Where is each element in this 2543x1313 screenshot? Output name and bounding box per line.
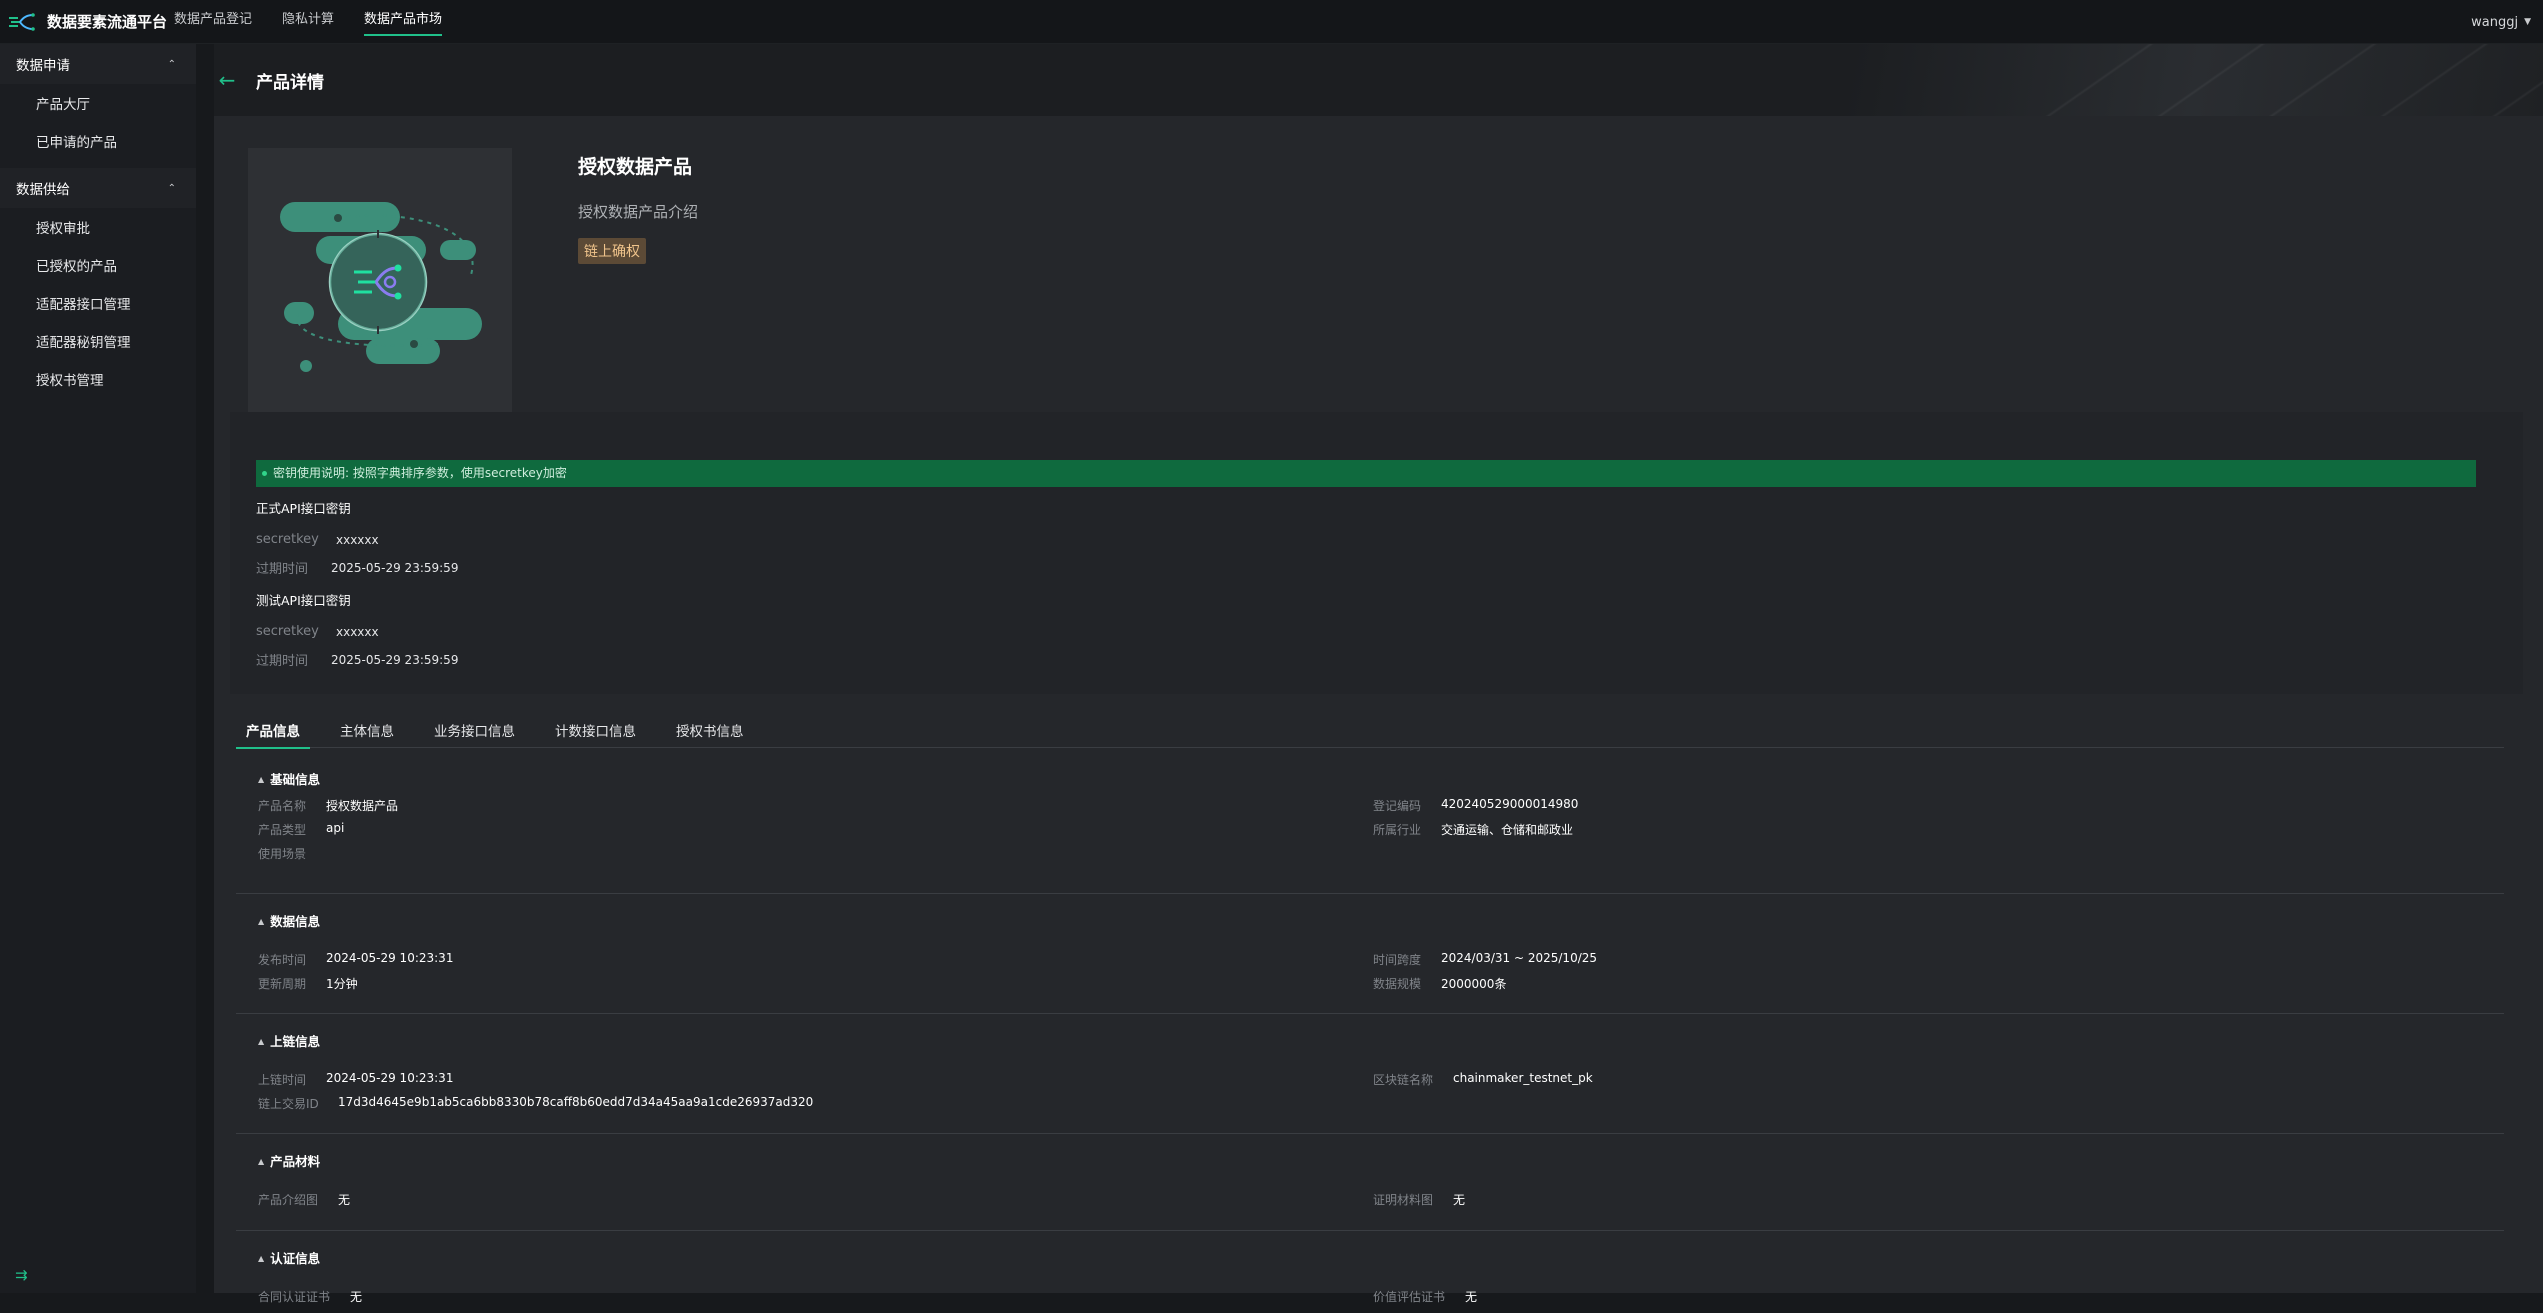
- tab-product-info[interactable]: 产品信息: [236, 718, 310, 749]
- detail-tabs: 产品信息 主体信息 业务接口信息 计数接口信息 授权书信息: [236, 718, 2504, 749]
- test-expire-row: 过期时间 2025-05-29 23:59:59: [256, 650, 459, 670]
- secretkey-label: secretkey: [256, 624, 319, 639]
- notice-text: 密钥使用说明: 按照字典排序参数，使用secretkey加密: [273, 466, 567, 480]
- section-product-material: ▲ 产品材料 产品介绍图无 证明材料图无: [236, 1146, 2504, 1231]
- product-info: 授权数据产品 授权数据产品介绍 链上确权: [578, 152, 698, 264]
- product-image: [248, 148, 512, 412]
- sidebar-group-label: 数据申请: [16, 58, 70, 74]
- sidebar-item-product-hall[interactable]: 产品大厅: [0, 86, 196, 124]
- brand-name: 数据要素流通平台: [47, 13, 168, 31]
- field-proof-image: 证明材料图无: [1373, 1193, 1466, 1207]
- sidebar-group-data-apply[interactable]: 数据申请 ⌃: [0, 44, 196, 84]
- product-info-area: ▲ 基础信息 产品名称 授权数据产品 产品类型 api 使用场景 登记编码 420240…: [236, 764, 2504, 1313]
- field-data-scale: 数据规模 2000000条: [1373, 977, 1507, 991]
- section-title[interactable]: ▲ 认证信息: [236, 1243, 2504, 1275]
- field-register-code: 登记编码 420240529000014980: [1373, 797, 1579, 813]
- section-title[interactable]: ▲ 数据信息: [236, 906, 2504, 938]
- secretkey-label: secretkey: [256, 532, 319, 547]
- test-secretkey-value[interactable]: xxxxxx: [336, 625, 379, 639]
- triangle-up-icon: ▲: [258, 1254, 265, 1263]
- sidebar-item-applied-products[interactable]: 已申请的产品: [0, 124, 196, 162]
- brand[interactable]: 数据要素流通平台: [0, 11, 172, 32]
- section-title[interactable]: ▲ 上链信息: [236, 1026, 2504, 1058]
- test-expire-value: 2025-05-29 23:59:59: [331, 652, 459, 667]
- field-chain-time: 上链时间 2024-05-29 10:23:31: [258, 1071, 454, 1087]
- nav-data-product-market[interactable]: 数据产品市场: [364, 0, 443, 44]
- field-intro-image: 产品介绍图无: [258, 1193, 351, 1207]
- info-dot-icon: [262, 471, 267, 476]
- triangle-up-icon: ▲: [258, 917, 265, 926]
- key-usage-notice: 密钥使用说明: 按照字典排序参数，使用secretkey加密: [256, 460, 2476, 487]
- product-illustration: [280, 202, 482, 372]
- sidebar-item-authorized-products[interactable]: 已授权的产品: [0, 248, 196, 286]
- page-header: ← 产品详情: [214, 44, 2543, 116]
- formal-key-title: 正式API接口密钥: [256, 501, 351, 516]
- field-value-cert: 价值评估证书无: [1373, 1290, 1478, 1304]
- section-data-info: ▲ 数据信息 发布时间 2024-05-29 10:23:31 更新周期 1分钟 时间…: [236, 906, 2504, 1014]
- triangle-up-icon: ▲: [258, 1037, 265, 1046]
- chevron-up-icon: ⌃: [167, 182, 176, 194]
- field-chain-name: 区块链名称 chainmaker_testnet_pk: [1373, 1071, 1593, 1087]
- api-key-panel: 密钥使用说明: 按照字典排序参数，使用secretkey加密 正式API接口密钥…: [230, 412, 2523, 694]
- page-title: 产品详情: [256, 72, 324, 93]
- nav-data-product-register[interactable]: 数据产品登记: [174, 0, 252, 44]
- field-contract-cert: 合同认证证书无: [258, 1290, 363, 1304]
- field-use-scene: 使用场景: [258, 847, 307, 861]
- back-arrow-icon[interactable]: ←: [214, 68, 240, 92]
- section-title[interactable]: ▲ 产品材料: [236, 1146, 2504, 1178]
- section-chain-info: ▲ 上链信息 上链时间 2024-05-29 10:23:31 链上交易ID 17d3…: [236, 1026, 2504, 1134]
- test-key-title: 测试API接口密钥: [256, 593, 351, 608]
- sidebar-item-auth-approval[interactable]: 授权审批: [0, 210, 196, 248]
- test-secretkey-row: secretkey xxxxxx: [256, 624, 379, 639]
- tab-count-api-info[interactable]: 计数接口信息: [545, 718, 646, 748]
- sidebar: 数据申请 ⌃ 产品大厅 已申请的产品 数据供给 ⌃ 授权审批 已授权的产品 适配…: [0, 44, 196, 1293]
- product-name: 授权数据产品: [578, 156, 693, 178]
- field-publish-time: 发布时间 2024-05-29 10:23:31: [258, 951, 454, 967]
- sidebar-group-label: 数据供给: [16, 182, 70, 198]
- expire-label: 过期时间: [256, 654, 309, 669]
- logo-icon: [9, 12, 35, 31]
- top-header: 数据要素流通平台 数据产品登记 隐私计算 数据产品市场 wanggj ▼: [0, 0, 2543, 44]
- field-time-span: 时间跨度 2024/03/31 ~ 2025/10/25: [1373, 951, 1598, 967]
- collapse-sidebar-icon[interactable]: ⇉: [15, 1267, 33, 1283]
- field-update-cycle: 更新周期 1分钟: [258, 977, 358, 991]
- caret-down-icon: ▼: [2524, 17, 2531, 27]
- nav-privacy-computing[interactable]: 隐私计算: [282, 0, 334, 44]
- field-tx-id: 链上交易ID 17d3d4645e9b1ab5ca6bb8330b78caff8b…: [258, 1095, 814, 1111]
- triangle-up-icon: ▲: [258, 1157, 265, 1166]
- expire-label: 过期时间: [256, 562, 309, 577]
- user-menu[interactable]: wanggj ▼: [2471, 0, 2531, 44]
- section-title[interactable]: ▲ 基础信息: [236, 764, 2504, 796]
- sidebar-group-data-supply[interactable]: 数据供给 ⌃: [0, 168, 196, 208]
- tab-subject-info[interactable]: 主体信息: [330, 718, 404, 748]
- formal-secretkey-value[interactable]: xxxxxx: [336, 533, 379, 547]
- section-cert-info: ▲ 认证信息 合同认证证书无 价值评估证书无: [236, 1243, 2504, 1313]
- tab-business-api-info[interactable]: 业务接口信息: [424, 718, 525, 748]
- formal-secretkey-row: secretkey xxxxxx: [256, 532, 379, 547]
- section-basic-info: ▲ 基础信息 产品名称 授权数据产品 产品类型 api 使用场景 登记编码 420240…: [236, 764, 2504, 894]
- field-industry: 所属行业 交通运输、仓储和邮政业: [1373, 823, 1574, 837]
- tab-auth-letter-info[interactable]: 授权书信息: [666, 718, 754, 748]
- formal-expire-value: 2025-05-29 23:59:59: [331, 560, 459, 575]
- main-content: ← 产品详情 授权数据产品 授权数据产品介绍 链上确权 密钥使用说明: 按照字典…: [214, 44, 2543, 1304]
- sidebar-item-auth-letter-manage[interactable]: 授权书管理: [0, 362, 196, 400]
- triangle-up-icon: ▲: [258, 775, 265, 784]
- sidebar-item-adapter-key-manage[interactable]: 适配器秘钥管理: [0, 324, 196, 362]
- username: wanggj: [2471, 14, 2519, 30]
- field-product-name: 产品名称 授权数据产品: [258, 799, 399, 813]
- sidebar-item-adapter-api-manage[interactable]: 适配器接口管理: [0, 286, 196, 324]
- field-product-type: 产品类型 api: [258, 821, 345, 837]
- chain-confirm-tag: 链上确权: [578, 238, 646, 264]
- formal-expire-row: 过期时间 2025-05-29 23:59:59: [256, 558, 459, 578]
- top-nav: 数据产品登记 隐私计算 数据产品市场: [174, 0, 472, 44]
- chevron-up-icon: ⌃: [167, 58, 176, 70]
- product-intro: 授权数据产品介绍: [578, 203, 699, 221]
